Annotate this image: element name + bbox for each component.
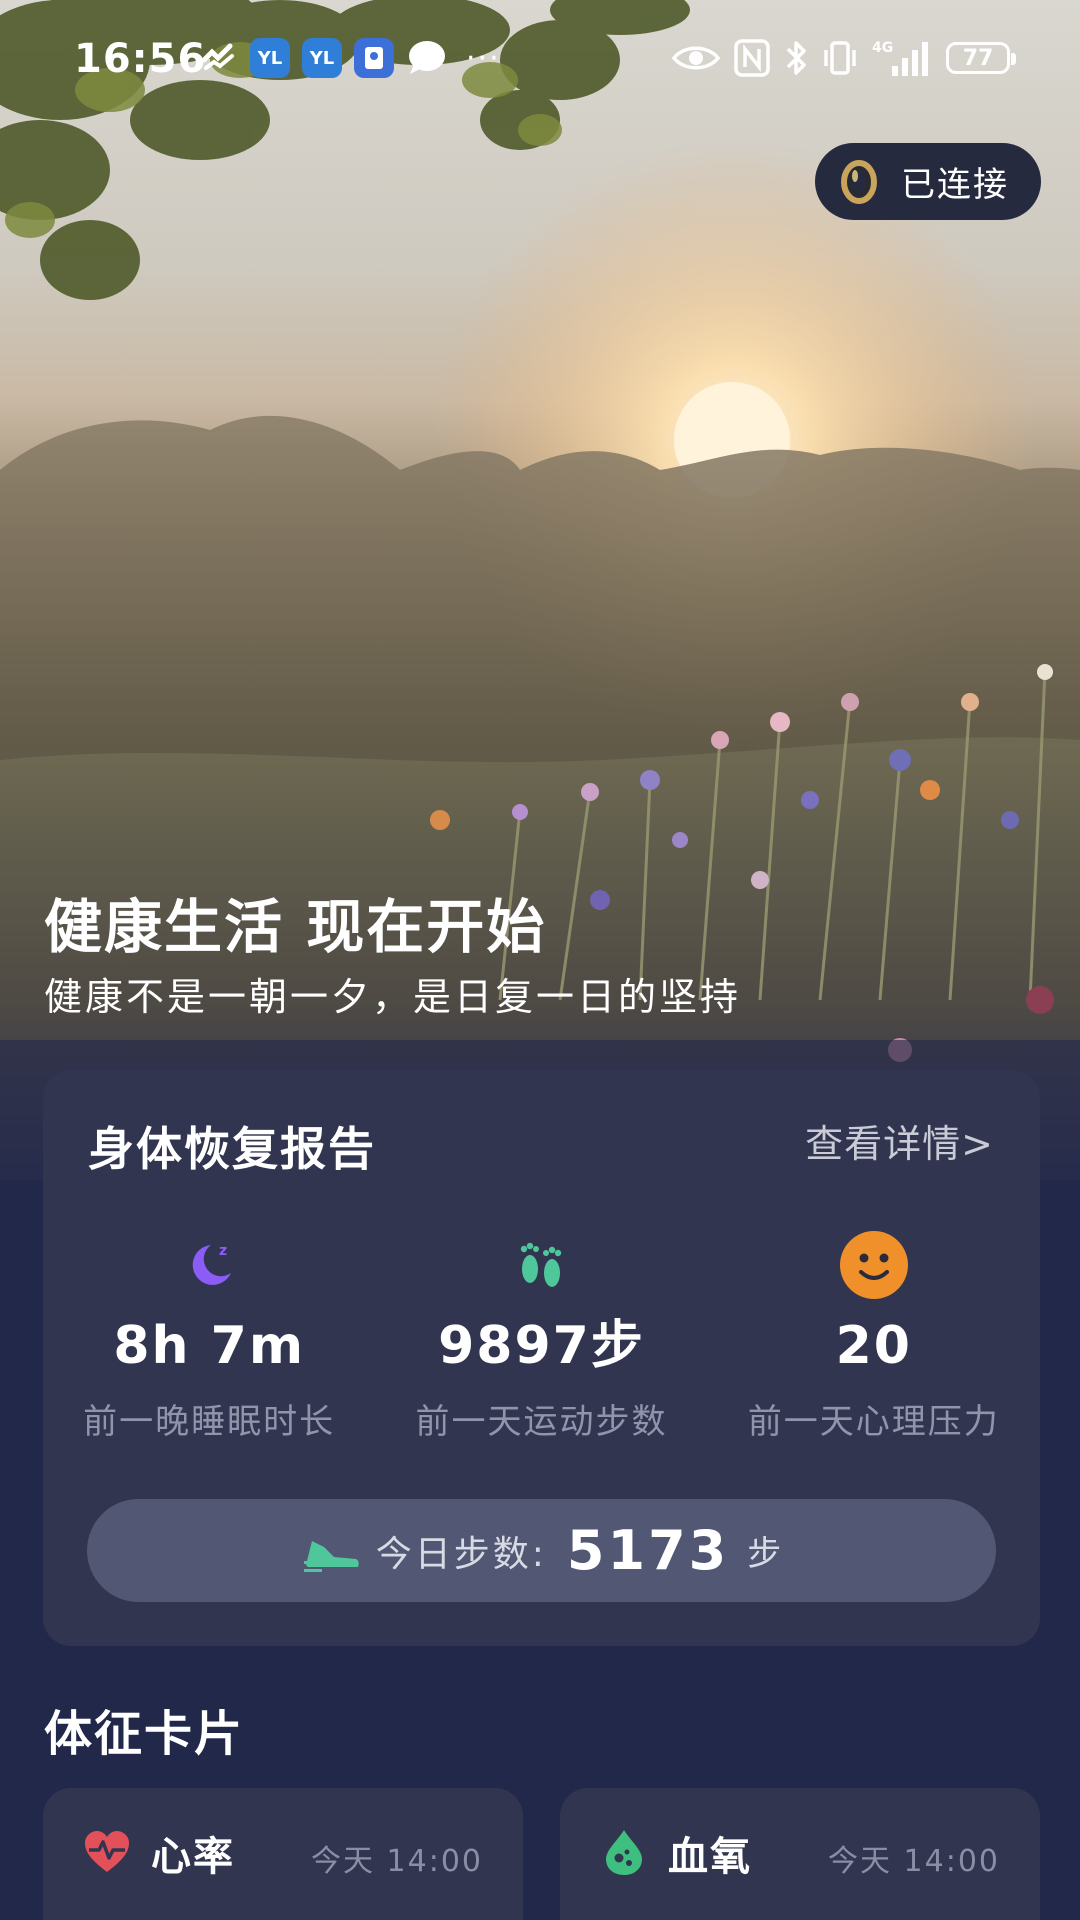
today-steps-bar[interactable]: 今日步数: 5173 步: [87, 1499, 996, 1602]
svg-text:z: z: [219, 1243, 227, 1259]
metric-label: 前一晚睡眠时长: [83, 1402, 336, 1442]
metric-value: 9897步: [438, 1316, 645, 1376]
notification-icons: YL YL ···: [198, 38, 501, 78]
today-steps-unit: 步: [747, 1534, 782, 1574]
status-bar: 16:56 YL YL ··· 4G 77: [0, 0, 1080, 120]
view-details-link[interactable]: 查看详情>: [805, 1113, 994, 1168]
metric-steps: 9897步 前一天运动步数: [375, 1230, 707, 1443]
today-steps-value: 5173: [566, 1519, 730, 1582]
metric-stress: 20 前一天心理压力: [708, 1230, 1040, 1443]
blood-oxygen-drop-icon: [606, 1830, 642, 1875]
metric-label: 前一天心理压力: [747, 1402, 1000, 1442]
vital-name: 血氧: [668, 1834, 752, 1880]
signal-4g-icon: 4G: [872, 38, 932, 78]
smiley-face-icon: [839, 1230, 909, 1300]
svg-text:4G: 4G: [872, 40, 893, 56]
more-notifications-indicator: ···: [466, 40, 501, 76]
hero-subtitle: 健康不是一朝一夕，是日复一日的坚持: [44, 975, 742, 1019]
report-metrics: z 8h 7m 前一晚睡眠时长 9897步 前一天运动步数 20 前一天心理压力: [43, 1230, 1040, 1443]
today-steps-label: 今日步数:: [375, 1533, 547, 1575]
bluetooth-icon: [784, 39, 808, 77]
recovery-report-card: 身体恢复报告 查看详情> z 8h 7m 前一晚睡眠时长 9897步 前一天运动…: [43, 1070, 1040, 1646]
footprints-icon: [506, 1230, 576, 1300]
health-app-home-screen: 16:56 YL YL ··· 4G 77 已连接 健康生活 现在开始 健康不是…: [0, 0, 1080, 1920]
vibrate-icon: [822, 40, 858, 76]
metric-sleep: z 8h 7m 前一晚睡眠时长: [43, 1230, 375, 1443]
moon-sleep-icon: z: [174, 1230, 244, 1300]
vitals-section-title: 体征卡片: [44, 1706, 245, 1762]
note-app-icon: [354, 38, 394, 78]
nfc-icon: [734, 39, 770, 77]
eye-comfort-icon: [672, 43, 720, 73]
connected-label: 已连接: [901, 165, 1009, 205]
vital-time: 今天 14:00: [311, 1844, 483, 1879]
hero-title: 健康生活 现在开始: [44, 893, 547, 961]
vital-time: 今天 14:00: [828, 1844, 1000, 1879]
message-icon: [406, 38, 448, 78]
heart-rate-icon: [85, 1831, 129, 1872]
status-time: 16:56: [74, 36, 207, 82]
heart-rate-card[interactable]: 心率 今天 14:00: [43, 1788, 523, 1920]
system-icons: 4G 77: [672, 38, 1016, 78]
app-icon-yl: YL: [302, 38, 342, 78]
battery-indicator: 77: [946, 42, 1016, 74]
metric-label: 前一天运动步数: [415, 1402, 668, 1442]
vital-name: 心率: [151, 1834, 235, 1880]
blood-oxygen-card[interactable]: 血氧 今天 14:00: [560, 1788, 1040, 1920]
metric-value: 8h 7m: [113, 1316, 305, 1376]
app-icon-yl: YL: [250, 38, 290, 78]
report-title: 身体恢复报告: [88, 1122, 376, 1176]
metric-value: 20: [835, 1316, 912, 1376]
sneaker-icon: [303, 1540, 359, 1572]
heart-rate-app-icon: [198, 38, 238, 78]
ring-icon: [841, 159, 877, 204]
device-connection-status-button[interactable]: 已连接: [815, 143, 1041, 220]
